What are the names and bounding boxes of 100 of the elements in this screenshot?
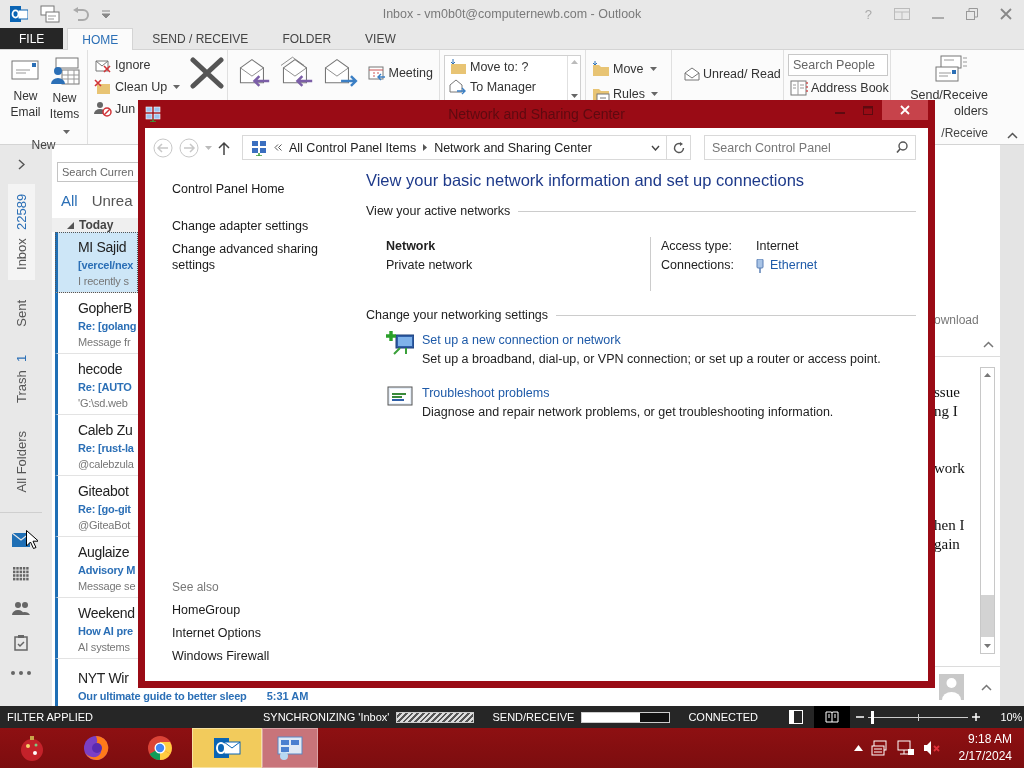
close-icon[interactable] — [1000, 8, 1012, 20]
move-button[interactable]: Move — [590, 59, 659, 79]
ribbon-tab[interactable]: VIEW — [350, 28, 411, 49]
clipboard-check-icon[interactable] — [14, 635, 28, 652]
sidebar-link[interactable]: HomeGroup — [172, 602, 332, 618]
message-preview: AI systems — [78, 640, 130, 655]
calendar-grid-icon[interactable] — [13, 567, 29, 582]
monitor-wrench-icon — [386, 384, 414, 408]
collapse-ribbon-icon[interactable] — [1007, 132, 1018, 139]
junk-button[interactable]: Jun — [92, 99, 138, 119]
section-heading: Change your networking settings — [366, 308, 549, 322]
sender-name: Weekend — [78, 604, 135, 623]
refresh-icon — [672, 141, 685, 154]
clean-up-button[interactable]: Clean Up — [92, 77, 183, 97]
network-name: Network — [386, 238, 437, 255]
customize-caret-icon[interactable] — [102, 10, 110, 18]
ignore-button[interactable]: Ignore — [92, 55, 153, 75]
section-heading: View your active networks — [366, 204, 511, 218]
zoom-out-icon[interactable] — [856, 713, 865, 721]
expand-chevron-icon[interactable] — [17, 159, 25, 170]
sender-name: hecode — [78, 360, 123, 379]
body-text-line: hen I — [934, 516, 966, 535]
network-add-icon — [386, 331, 414, 355]
breadcrumb[interactable]: All Control Panel Items — [289, 140, 417, 155]
folder-item[interactable]: Inbox 22589 — [7, 184, 35, 280]
breadcrumb[interactable]: Network and Sharing Center — [434, 140, 592, 155]
search-icon — [896, 141, 908, 153]
open-envelope-icon — [684, 67, 700, 81]
field-value: Internet — [756, 238, 800, 255]
scrollbar[interactable] — [980, 367, 995, 654]
stacked-mail-icon[interactable] — [40, 5, 60, 23]
sidebar-link[interactable]: Control Panel Home — [172, 181, 332, 197]
sidebar-link[interactable]: Change adapter settings — [172, 218, 332, 234]
scroll-up-icon[interactable] — [984, 373, 991, 377]
taskbar-button[interactable] — [262, 728, 318, 768]
sidebar-link[interactable]: Change advanced sharing settings — [172, 241, 332, 273]
more-icon[interactable] — [11, 671, 31, 676]
message-time: 5:31 AM — [266, 690, 309, 702]
clock[interactable]: 9:18 AM 2/17/2024 — [958, 731, 1012, 765]
scroll-thumb[interactable] — [981, 595, 994, 637]
sidebar-link[interactable]: Internet Options — [172, 625, 332, 641]
book-button[interactable] — [814, 706, 851, 728]
task-link[interactable]: Set up a new connection or network — [422, 331, 881, 350]
sender-name: MI Sajid — [78, 238, 127, 257]
calendar-icon — [367, 65, 386, 81]
x-mark-icon[interactable] — [190, 57, 225, 89]
speaker-muted-icon[interactable] — [922, 740, 941, 756]
filter-tab[interactable]: Unrea — [91, 192, 133, 209]
body-text-line: ng I — [934, 402, 959, 421]
message-subject: Re: [AUTO — [78, 380, 132, 395]
breadcrumb-arrow-icon[interactable] — [423, 144, 428, 151]
folder-item[interactable]: Sent — [9, 291, 33, 335]
folder-item[interactable]: Trash 1 — [9, 346, 33, 411]
group-label: New — [30, 138, 57, 152]
status-text: SYNCHRONIZING 'Inbox' — [263, 711, 390, 723]
file-tab[interactable]: FILE — [0, 28, 64, 49]
control-panel-icon — [251, 139, 267, 156]
send-receive-button[interactable]: Send/Receive olders — [895, 53, 990, 126]
meeting-button[interactable]: Meeting — [365, 63, 435, 83]
message-item[interactable]: MI Sajid [vercel/nex I recently s — [55, 232, 138, 293]
zoom-in-icon[interactable] — [972, 713, 981, 721]
message-subject: Re: [golang — [78, 319, 137, 334]
history-chevron-icon[interactable] — [651, 144, 660, 151]
ribbon-tab[interactable]: SEND / RECEIVE — [137, 28, 264, 49]
unread-read-button[interactable]: Unread/ Read — [682, 65, 783, 83]
clock-time: 9:18 AM — [967, 731, 1012, 748]
quick-step[interactable]: To Manager — [447, 77, 538, 97]
collapse-chevron-icon[interactable] — [983, 341, 994, 348]
network-icon[interactable] — [896, 740, 915, 756]
avatar-icon — [939, 674, 964, 700]
unread-count: 1 — [13, 354, 29, 362]
address-book-button[interactable]: Address Book — [788, 78, 891, 98]
search-field[interactable]: Search Control Panel — [704, 135, 916, 160]
tray-expand-icon[interactable] — [853, 745, 863, 751]
message-preview: 'G:\sd.web — [78, 396, 128, 411]
task-link[interactable]: Troubleshoot problems — [422, 384, 834, 403]
connection-link[interactable]: Ethernet — [770, 256, 818, 275]
expand-chevron-icon[interactable] — [981, 683, 992, 691]
people-icon[interactable] — [12, 601, 30, 616]
up-arrow-icon[interactable] — [218, 140, 230, 155]
ribbon-tab[interactable]: HOME — [67, 28, 134, 50]
scroll-down-icon[interactable] — [984, 644, 991, 648]
person-calendar-icon — [49, 57, 80, 87]
close-button[interactable] — [882, 100, 928, 120]
ribbon-tab[interactable]: FOLDER — [267, 28, 347, 49]
action-center-icon[interactable] — [870, 740, 889, 756]
sidebar-link[interactable]: Windows Firewall — [172, 648, 332, 664]
scroll-down-icon[interactable] — [570, 94, 578, 98]
search-people-field[interactable]: Search People — [788, 54, 888, 76]
quick-step[interactable]: Move to: ? — [447, 57, 531, 77]
new-email-button[interactable]: New Email — [7, 53, 44, 138]
address-bar[interactable]: All Control Panel Items Network and Sharing Center — [242, 135, 691, 160]
folder-item[interactable]: All Folders — [9, 422, 33, 501]
folder-cross-icon — [94, 79, 112, 95]
dialog-title: Network and Sharing Center — [448, 106, 625, 122]
globe-fox-icon — [82, 734, 110, 762]
new-items-button[interactable]: New Items — [46, 53, 83, 138]
slider-thumb[interactable] — [871, 710, 875, 724]
filter-tab[interactable]: All — [61, 192, 78, 209]
outlook-icon[interactable] — [10, 5, 28, 23]
